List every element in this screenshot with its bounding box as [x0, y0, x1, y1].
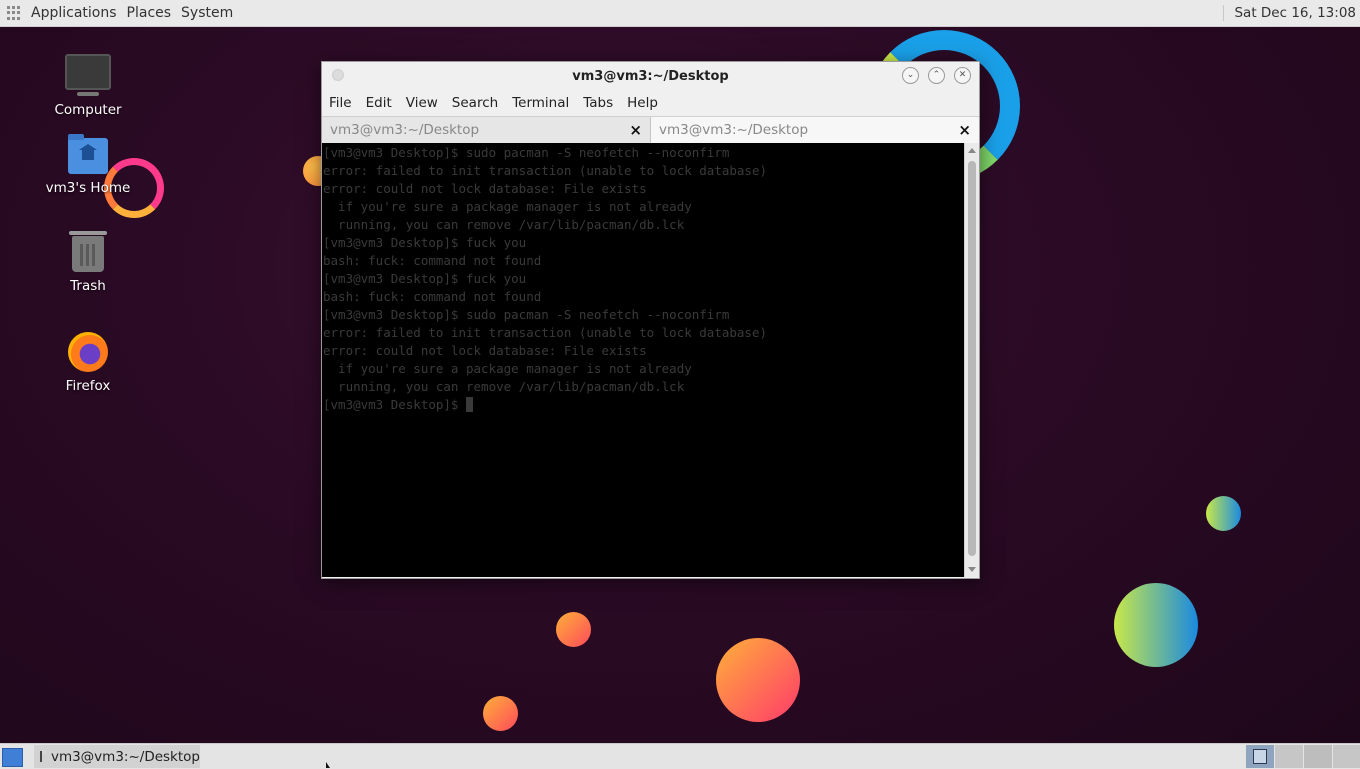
minimize-button[interactable]: ⌄ [902, 67, 919, 84]
menu-applications[interactable]: Applications [31, 5, 117, 21]
menu-edit[interactable]: Edit [366, 95, 392, 111]
desktop-icon-label: Trash [70, 278, 106, 294]
taskbar-item-label: vm3@vm3:~/Desktop [50, 748, 200, 765]
desktop-icon-trash[interactable]: Trash [38, 231, 138, 294]
scroll-down-icon[interactable] [968, 567, 976, 572]
window-titlebar[interactable]: vm3@vm3:~/Desktop ⌄ ⌃ ✕ [322, 62, 979, 90]
terminal-output[interactable]: [vm3@vm3 Desktop]$ sudo pacman -S neofet… [322, 143, 965, 577]
wallpaper-dot-orange-1 [556, 612, 591, 647]
computer-icon [65, 54, 111, 96]
terminal-icon [40, 747, 46, 762]
wallpaper-dot-orange-2 [716, 638, 800, 722]
terminal-line: if you're sure a package manager is not … [323, 199, 692, 214]
terminal-line: bash: fuck: command not found [323, 253, 542, 268]
bottom-panel: vm3@vm3:~/Desktop [0, 743, 1360, 769]
top-panel: Applications Places System Sat Dec 16, 1… [0, 0, 1360, 27]
workspace-2[interactable] [1275, 745, 1303, 768]
terminal-line: [vm3@vm3 Desktop]$ sudo pacman -S neofet… [323, 307, 730, 322]
tab-1[interactable]: vm3@vm3:~/Desktop × [322, 117, 651, 143]
tab-label: vm3@vm3:~/Desktop [330, 122, 480, 138]
wallpaper-dot-blue-small [1206, 496, 1241, 531]
terminal-line: error: could not lock database: File exi… [323, 343, 647, 358]
terminal-prompt: [vm3@vm3 Desktop]$ [323, 396, 965, 414]
desktop-icon-label: Computer [54, 102, 122, 118]
workspace-1[interactable] [1246, 745, 1274, 768]
workspace-3[interactable] [1304, 745, 1332, 768]
applications-grid-icon[interactable] [7, 6, 21, 20]
menu-view[interactable]: View [406, 95, 438, 111]
wallpaper-dot-blue-large [1114, 583, 1198, 667]
clock-area[interactable]: Sat Dec 16, 13:08 [1223, 0, 1356, 26]
desktop-icon-firefox[interactable]: Firefox [38, 332, 138, 394]
tab-2[interactable]: vm3@vm3:~/Desktop × [651, 117, 979, 143]
terminal-line: running, you can remove /var/lib/pacman/… [323, 217, 685, 232]
terminal-line: [vm3@vm3 Desktop]$ fuck you [323, 235, 527, 250]
desktop-icon-label: Firefox [65, 378, 111, 394]
terminal-line: error: could not lock database: File exi… [323, 181, 647, 196]
terminal-text: [vm3@vm3 Desktop]$ sudo pacman -S neofet… [322, 143, 965, 414]
window-title: vm3@vm3:~/Desktop [572, 69, 729, 84]
trash-icon [69, 231, 107, 272]
tab-close-icon[interactable]: × [958, 121, 971, 139]
terminal-line: [vm3@vm3 Desktop]$ sudo pacman -S neofet… [323, 145, 730, 160]
tab-label: vm3@vm3:~/Desktop [659, 122, 809, 138]
maximize-button[interactable]: ⌃ [928, 67, 945, 84]
menu-help[interactable]: Help [627, 95, 658, 111]
firefox-icon [68, 332, 108, 372]
mouse-cursor-icon [326, 762, 330, 768]
text-cursor [466, 397, 473, 412]
terminal-menubar: File Edit View Search Terminal Tabs Help [322, 90, 979, 116]
scrollbar-thumb[interactable] [968, 161, 976, 556]
terminal-line: bash: fuck: command not found [323, 289, 542, 304]
terminal-window: vm3@vm3:~/Desktop ⌄ ⌃ ✕ File Edit View S… [321, 61, 980, 579]
show-desktop-button[interactable] [2, 748, 23, 767]
menu-places[interactable]: Places [127, 5, 172, 21]
taskbar-item-terminal[interactable]: vm3@vm3:~/Desktop [34, 745, 200, 768]
terminal-line: error: failed to init transaction (unabl… [323, 325, 768, 340]
menu-search[interactable]: Search [452, 95, 498, 111]
menu-file[interactable]: File [329, 95, 352, 111]
terminal-tabs: vm3@vm3:~/Desktop × vm3@vm3:~/Desktop × [322, 116, 979, 144]
desktop-icon-computer[interactable]: Computer [38, 54, 138, 118]
workspace-4[interactable] [1333, 745, 1360, 768]
terminal-line: error: failed to init transaction (unabl… [323, 163, 768, 178]
terminal-line: [vm3@vm3 Desktop]$ fuck you [323, 271, 527, 286]
menu-tabs[interactable]: Tabs [583, 95, 613, 111]
terminal-line: if you're sure a package manager is not … [323, 361, 692, 376]
home-folder-icon [68, 134, 108, 174]
menu-system[interactable]: System [181, 5, 233, 21]
tab-close-icon[interactable]: × [629, 121, 642, 139]
menu-terminal[interactable]: Terminal [512, 95, 569, 111]
clock[interactable]: Sat Dec 16, 13:08 [1234, 5, 1356, 21]
terminal-line: running, you can remove /var/lib/pacman/… [323, 379, 685, 394]
wallpaper-dot-orange-3 [483, 696, 518, 731]
scroll-up-icon[interactable] [968, 148, 976, 153]
panel-separator [1223, 5, 1225, 21]
desktop-icon-home[interactable]: vm3's Home [38, 134, 138, 196]
terminal-scrollbar[interactable] [964, 143, 979, 577]
close-button[interactable]: ✕ [954, 67, 971, 84]
desktop-icon-label: vm3's Home [45, 180, 131, 196]
